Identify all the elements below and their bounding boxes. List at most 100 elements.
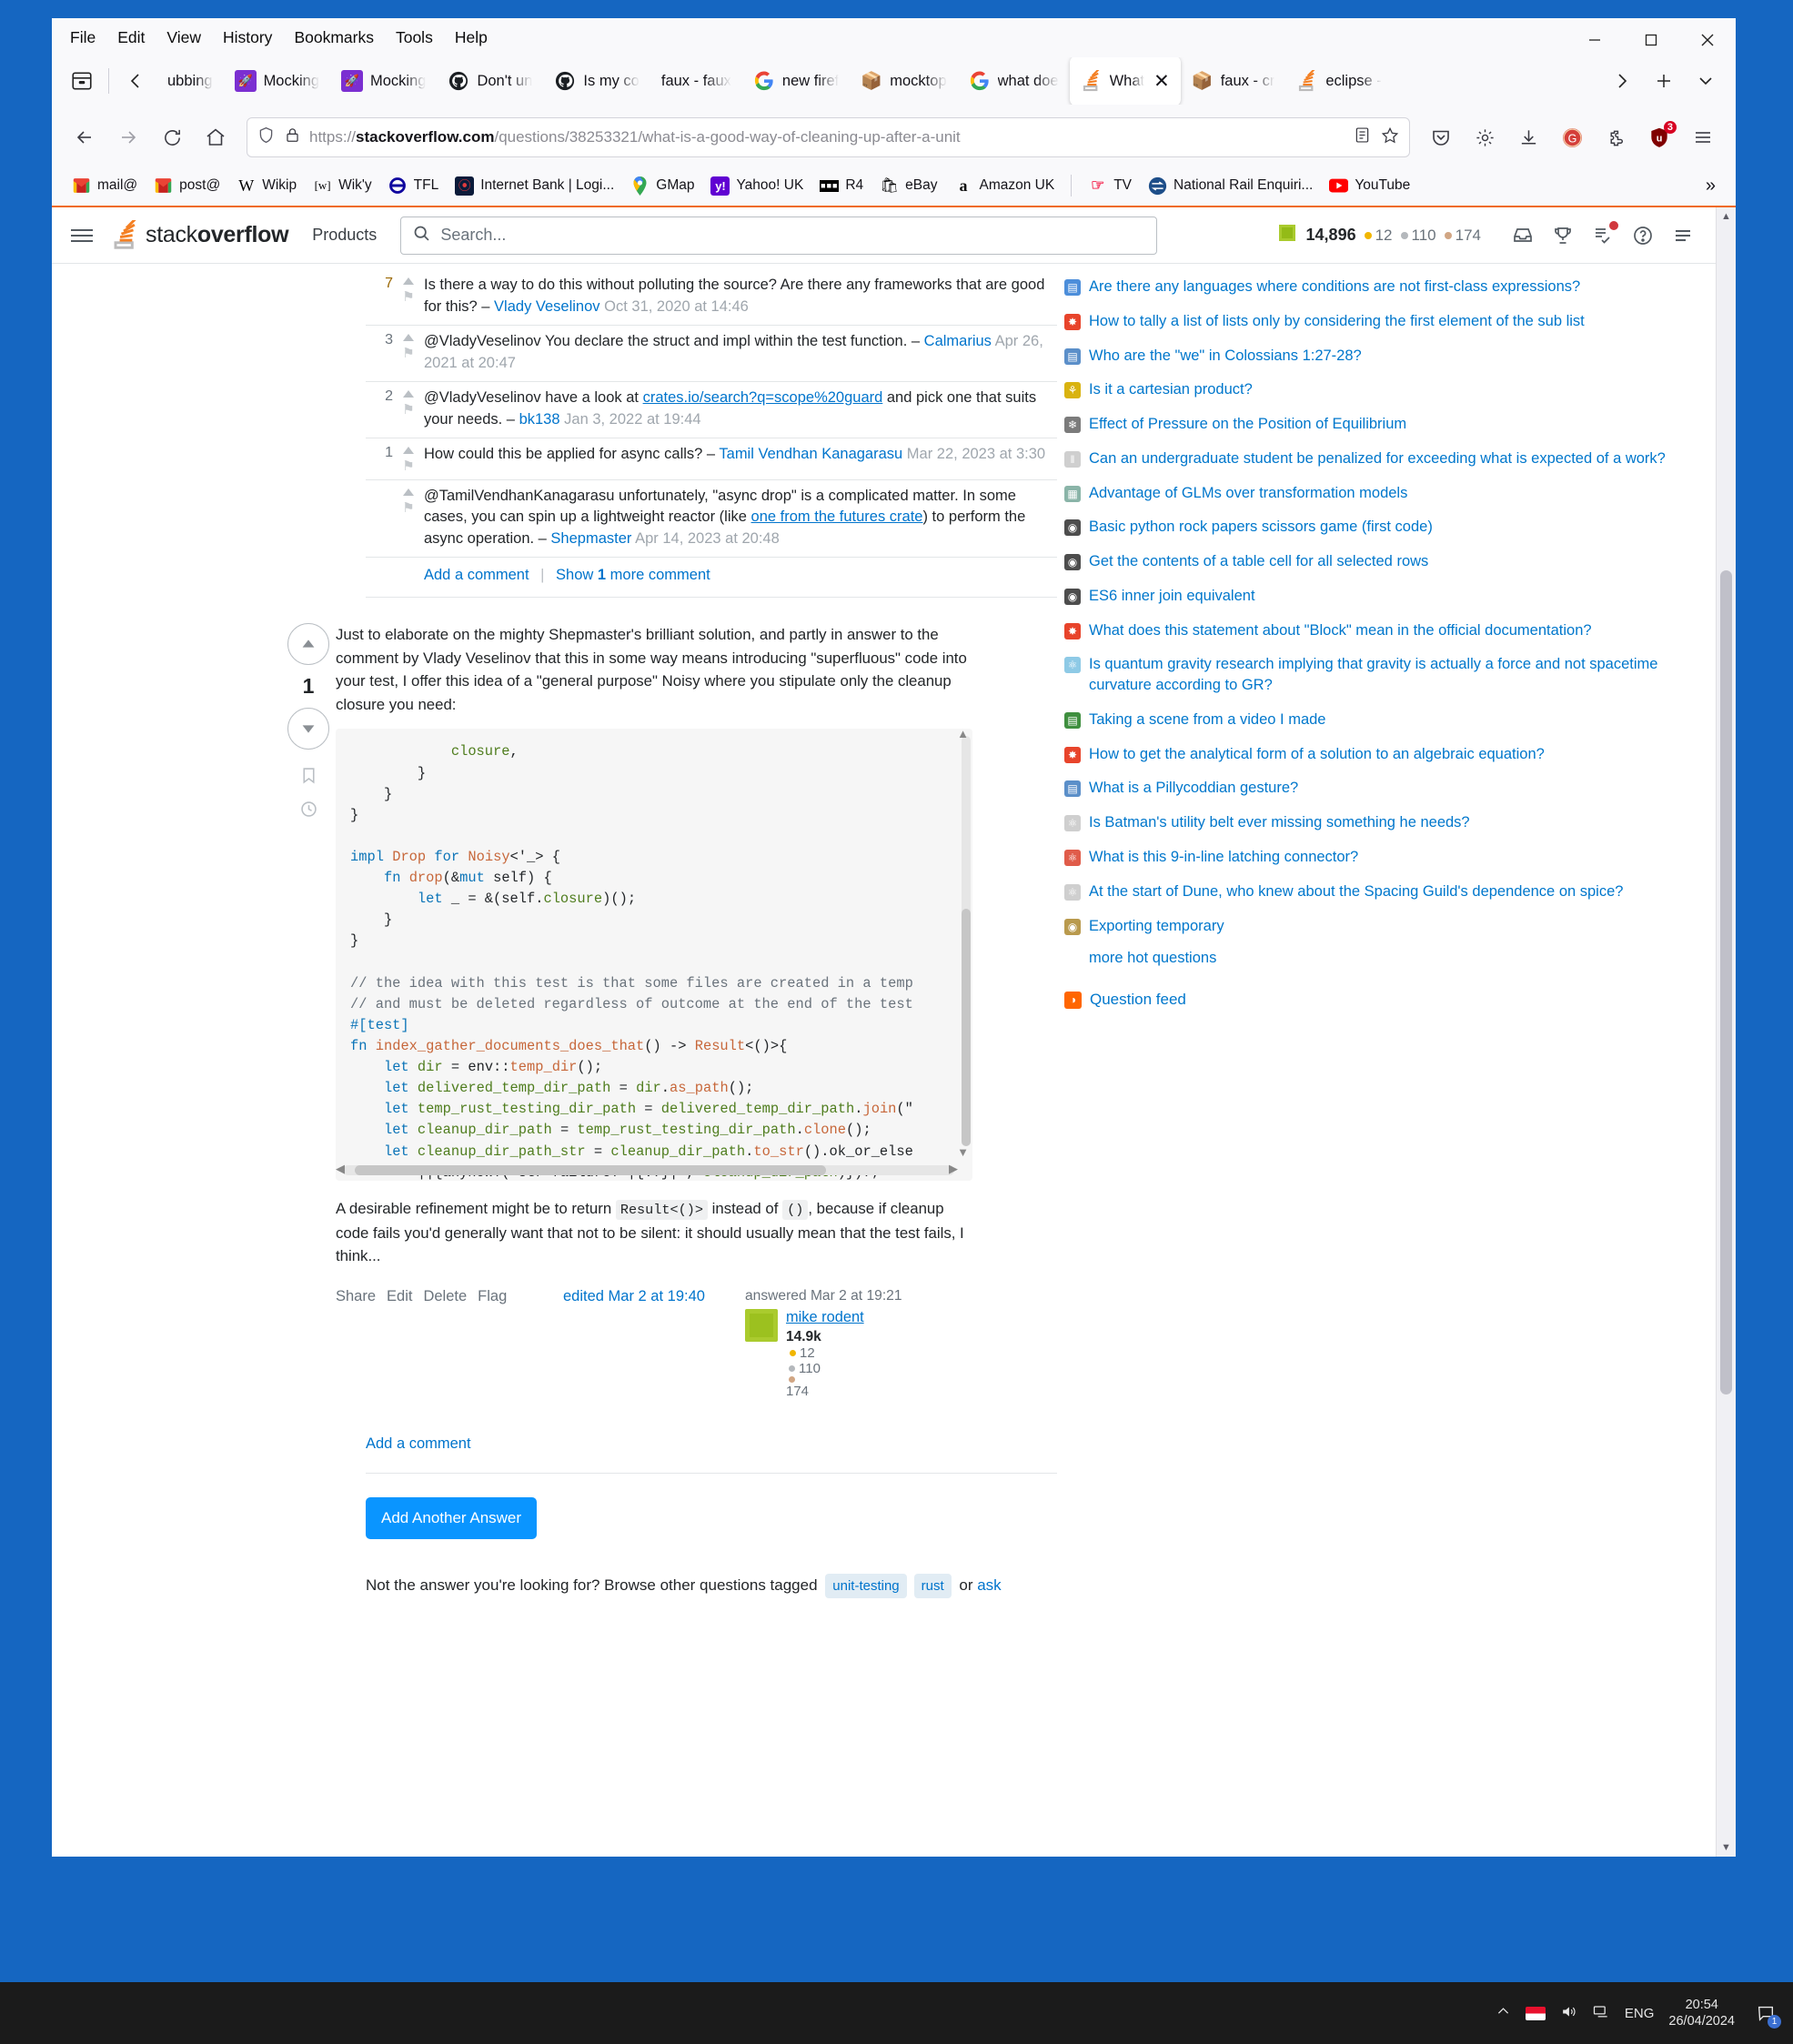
- hamburger-icon[interactable]: [66, 220, 97, 251]
- comment-flag-icon[interactable]: ⚑: [402, 501, 414, 515]
- firefox-view-button[interactable]: [61, 60, 103, 102]
- new-tab-button[interactable]: [1643, 60, 1685, 102]
- ask-link[interactable]: ask: [977, 1576, 1001, 1594]
- code-scroll-left-arrow[interactable]: ◀: [336, 1162, 345, 1176]
- app-menu-button[interactable]: [1683, 117, 1723, 157]
- account-icon[interactable]: G: [1552, 117, 1592, 157]
- code-horizontal-scrollbar[interactable]: [343, 1165, 954, 1176]
- bookmarks-overflow-button[interactable]: »: [1698, 172, 1723, 200]
- add-comment-link[interactable]: Add a comment: [424, 567, 529, 583]
- scroll-down-arrow[interactable]: ▼: [1717, 1838, 1736, 1857]
- bookmark-item[interactable]: 🛍 eBay: [872, 173, 944, 199]
- tracking-protection-icon[interactable]: [257, 126, 276, 149]
- code-scroll-down-arrow[interactable]: ▼: [957, 1145, 969, 1159]
- page-scrollbar[interactable]: ▲ ▼: [1716, 207, 1736, 1857]
- more-hot-questions-link[interactable]: more hot questions: [1089, 950, 1699, 967]
- tab-close-icon[interactable]: ✕: [1153, 72, 1170, 91]
- hot-question-link[interactable]: What is a Pillycoddian gesture?: [1089, 778, 1298, 799]
- add-comment-link-answer[interactable]: Add a comment: [366, 1435, 471, 1452]
- pocket-button[interactable]: [1421, 117, 1461, 157]
- show-hidden-icons-button[interactable]: [1496, 2004, 1511, 2023]
- user-stats[interactable]: 14,896 12 110 174: [1276, 222, 1481, 248]
- hot-question-link[interactable]: Get the contents of a table cell for all…: [1089, 551, 1428, 572]
- browser-tab[interactable]: 🚀 Mocking: [330, 58, 437, 104]
- bookmark-star-icon[interactable]: [1380, 126, 1400, 150]
- clock[interactable]: 20:54 26/04/2024: [1668, 1997, 1735, 2029]
- minimize-button[interactable]: [1566, 18, 1623, 62]
- share-link[interactable]: Share: [336, 1288, 376, 1305]
- code-scroll-up-arrow[interactable]: ▲: [957, 729, 969, 740]
- notification-center-button[interactable]: 1: [1749, 1997, 1782, 2029]
- flag-link[interactable]: Flag: [478, 1288, 507, 1305]
- trophy-icon[interactable]: [1545, 217, 1581, 254]
- delete-link[interactable]: Delete: [423, 1288, 467, 1305]
- reader-view-icon[interactable]: [1353, 126, 1372, 149]
- comment-upvote-icon[interactable]: [403, 488, 414, 496]
- downvote-button[interactable]: [287, 708, 329, 750]
- browser-tab[interactable]: eclipse -: [1285, 58, 1392, 104]
- edited-timestamp[interactable]: edited Mar 2 at 19:40: [563, 1288, 745, 1305]
- hot-question-link[interactable]: Advantage of GLMs over transformation mo…: [1089, 483, 1407, 504]
- bookmark-item[interactable]: ⦿ Internet Bank | Logi...: [448, 173, 621, 199]
- help-icon[interactable]: [1625, 217, 1661, 254]
- download-icon[interactable]: [1508, 117, 1548, 157]
- question-feed-link[interactable]: Question feed: [1090, 991, 1186, 1009]
- bookmark-item[interactable]: mail@: [65, 173, 145, 199]
- hot-question-link[interactable]: Is Batman's utility belt ever missing so…: [1089, 812, 1470, 833]
- stackoverflow-logo[interactable]: stackoverflow: [112, 220, 289, 250]
- show-more-comments-link[interactable]: Show 1 more comment: [556, 567, 710, 583]
- back-button[interactable]: [65, 117, 105, 157]
- maximize-button[interactable]: [1623, 18, 1679, 62]
- hot-question-link[interactable]: What does this statement about "Block" m…: [1089, 620, 1592, 641]
- user-avatar[interactable]: [745, 1308, 778, 1342]
- keyboard-layout-flag-icon[interactable]: [1525, 2006, 1546, 2020]
- browser-tab[interactable]: faux - faux: [650, 58, 742, 104]
- comment-upvote-icon[interactable]: [403, 333, 414, 341]
- inbox-icon[interactable]: [1505, 217, 1541, 254]
- browser-tab[interactable]: Is my co: [543, 58, 650, 104]
- bookmark-item[interactable]: post@: [146, 173, 227, 199]
- bookmark-item[interactable]: National Rail Enquiri...: [1141, 173, 1320, 199]
- hot-question-link[interactable]: Who are the "we" in Colossians 1:27-28?: [1089, 346, 1362, 367]
- hot-question-link[interactable]: Is quantum gravity research implying tha…: [1089, 654, 1699, 696]
- comment-flag-icon[interactable]: ⚑: [402, 403, 414, 417]
- hot-question-link[interactable]: Are there any languages where conditions…: [1089, 277, 1580, 297]
- close-button[interactable]: [1679, 18, 1736, 62]
- bookmark-item[interactable]: TFL: [381, 173, 447, 199]
- bookmark-icon[interactable]: [299, 766, 318, 790]
- bookmark-item[interactable]: ■■■ R4: [812, 173, 871, 199]
- reload-button[interactable]: [152, 117, 192, 157]
- code-vertical-scrollbar[interactable]: [962, 736, 971, 1147]
- review-queue-icon[interactable]: [1585, 217, 1621, 254]
- list-all-tabs-button[interactable]: [1685, 60, 1727, 102]
- add-another-answer-button[interactable]: Add Another Answer: [366, 1496, 538, 1539]
- language-indicator[interactable]: ENG: [1625, 2006, 1655, 2021]
- bookmark-item[interactable]: YouTube: [1322, 173, 1417, 199]
- bookmark-item[interactable]: GMap: [623, 173, 701, 199]
- bookmark-item[interactable]: ☞ TV: [1081, 173, 1139, 199]
- code-block[interactable]: closure, } } } impl Drop for Noisy<'_> {…: [336, 729, 972, 1182]
- browser-tab-active[interactable]: What ✕: [1069, 57, 1181, 105]
- site-switcher-icon[interactable]: [1665, 217, 1701, 254]
- speaker-icon[interactable]: [1560, 2003, 1577, 2024]
- hot-question-link[interactable]: Is it a cartesian product?: [1089, 379, 1253, 400]
- url-text[interactable]: https://stackoverflow.com/questions/3825…: [309, 128, 1345, 146]
- history-icon[interactable]: [299, 800, 318, 824]
- comment-upvote-icon[interactable]: [403, 277, 414, 285]
- edit-link[interactable]: Edit: [387, 1288, 412, 1305]
- hot-question-link[interactable]: ES6 inner join equivalent: [1089, 586, 1255, 607]
- hot-question-link[interactable]: Basic python rock papers scissors game (…: [1089, 517, 1433, 538]
- browser-tab[interactable]: ubbing: [156, 58, 224, 104]
- menu-help[interactable]: Help: [444, 25, 499, 50]
- hot-question-link[interactable]: What is this 9-in-line latching connecto…: [1089, 847, 1358, 868]
- upvote-button[interactable]: [287, 623, 329, 666]
- comment-upvote-icon[interactable]: [403, 389, 414, 398]
- bookmark-item[interactable]: W Wikip: [229, 173, 304, 199]
- browser-tab[interactable]: new firef: [742, 58, 850, 104]
- hot-question-link[interactable]: Can an undergraduate student be penalize…: [1089, 448, 1666, 469]
- browser-tab[interactable]: Don't un: [437, 58, 543, 104]
- tag-unit-testing[interactable]: unit-testing: [825, 1573, 907, 1598]
- hot-question-link[interactable]: Taking a scene from a video I made: [1089, 710, 1325, 730]
- gear-icon[interactable]: [1465, 117, 1505, 157]
- comment-flag-icon[interactable]: ⚑: [402, 347, 414, 360]
